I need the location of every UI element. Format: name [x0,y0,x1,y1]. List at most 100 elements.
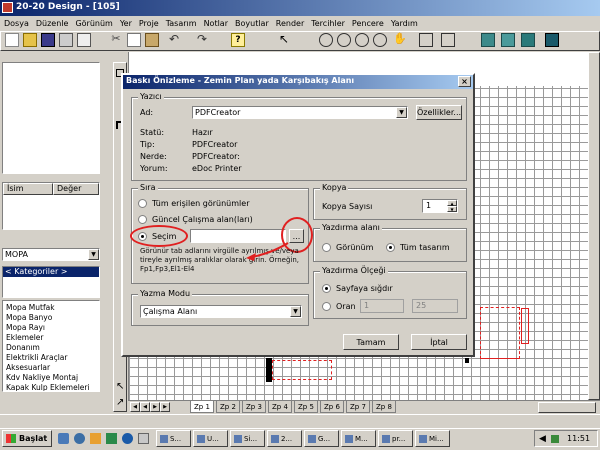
view-radio[interactable] [322,243,331,252]
tab-zp-1[interactable]: Zp 1 [190,401,214,413]
menu-item[interactable]: Görünüm [75,19,112,28]
printer-name-select[interactable]: PDFCreator ▼ [192,106,408,119]
print-preview-icon[interactable] [77,33,91,47]
taskbar-item[interactable]: Mi... [415,430,450,447]
write-mode-select[interactable]: Çalışma Alanı ▼ [140,305,302,318]
tool-icon[interactable]: ↖ [116,381,124,392]
full-design-radio[interactable] [386,243,395,252]
render-icon[interactable] [545,33,559,47]
current-areas-label[interactable]: Güncel Çalışma alan(ları) [152,215,253,224]
list-item[interactable]: Donanım [3,343,99,353]
quicklaunch-icon[interactable] [122,433,133,444]
tab-zp-3[interactable]: Zp 3 [242,401,266,413]
spin-down-icon[interactable]: ▼ [447,206,457,212]
menu-item[interactable]: Dosya [4,19,29,28]
list-item[interactable]: Elektrikli Araçlar [3,353,99,363]
chevron-down-icon[interactable]: ▼ [88,249,99,260]
menu-item[interactable]: Yer [120,19,132,28]
menu-item[interactable]: Yardım [391,19,418,28]
tab-zp-7[interactable]: Zp 7 [346,401,370,413]
tab-scroll-last[interactable]: ▶ [160,402,170,412]
taskbar-item[interactable]: U... [193,430,228,447]
tab-zp-2[interactable]: Zp 2 [216,401,240,413]
menu-item[interactable]: Proje [139,19,159,28]
list-item[interactable]: Aksesuarlar [3,363,99,373]
all-views-label[interactable]: Tüm erişilen görünümler [152,199,249,208]
zoom-fit-icon[interactable] [373,33,387,47]
tab-zp-4[interactable]: Zp 4 [268,401,292,413]
chevron-down-icon[interactable]: ▼ [290,306,301,317]
list-item[interactable]: Mopa Banyo [3,313,99,323]
tab-zp-8[interactable]: Zp 8 [372,401,396,413]
ok-button[interactable]: Tamam [343,334,399,350]
save-icon[interactable] [41,33,55,47]
fit-page-label[interactable]: Sayfaya sığdır [336,284,393,293]
tab-scroll-first[interactable]: ◀ [130,402,140,412]
vertical-scrollbar[interactable] [588,52,600,400]
view-plan-icon[interactable] [419,33,433,47]
tool-icon[interactable]: ↗ [116,397,124,408]
cut-icon[interactable]: ✂ [109,33,123,47]
ratio-b-input[interactable]: 25 [412,299,458,313]
open-folder-icon[interactable] [23,33,37,47]
quicklaunch-icon[interactable] [58,433,69,444]
menu-item[interactable]: Tercihler [311,19,345,28]
taskbar-item[interactable]: M... [341,430,376,447]
list-item[interactable]: Mopa Mutfak [3,303,99,313]
view-label[interactable]: Görünüm [336,243,373,252]
chevron-down-icon[interactable]: ▼ [396,107,407,118]
view-front-icon[interactable] [441,33,455,47]
pan-icon[interactable]: ✋ [393,33,407,47]
copy-count-spinner[interactable]: 1 ▲ ▼ [422,199,458,213]
menu-item[interactable]: Düzenle [36,19,69,28]
undo-icon[interactable]: ↶ [169,33,183,47]
view-3d-b-icon[interactable] [501,33,515,47]
list-item[interactable]: Kapak Kulp Eklemeleri [3,383,99,391]
menu-item[interactable]: Notlar [204,19,228,28]
props-header-value[interactable]: Değer [53,183,99,195]
tab-scroll-prev[interactable]: ◀ [140,402,150,412]
catalog-select[interactable]: MOPA ▼ [2,248,100,261]
current-areas-radio[interactable] [138,215,147,224]
cancel-button[interactable]: İptal [411,334,467,350]
taskbar-item[interactable]: pr... [378,430,413,447]
menu-item[interactable]: Pencere [352,19,384,28]
paste-icon[interactable] [145,33,159,47]
list-item[interactable]: Kdv Nakliye Montaj [3,373,99,383]
quicklaunch-icon[interactable] [138,433,149,444]
taskbar-item[interactable]: G... [304,430,339,447]
all-views-radio[interactable] [138,199,147,208]
catalog-items-list[interactable]: Mopa Mutfak Mopa Banyo Mopa Rayı Eklemeler D… [2,300,100,392]
start-button[interactable]: Başlat [2,430,52,447]
print-icon[interactable] [59,33,73,47]
list-item[interactable]: Mopa Rayı [3,323,99,333]
taskbar-item[interactable]: S... [156,430,191,447]
quicklaunch-icon[interactable] [90,433,101,444]
view-3d-c-icon[interactable] [521,33,535,47]
props-header-name[interactable]: İsim [3,183,53,195]
ratio-radio[interactable] [322,302,331,311]
view-3d-icon[interactable] [481,33,495,47]
zoom-in-icon[interactable] [319,33,333,47]
volume-icon[interactable]: ◀ [539,434,546,444]
close-icon[interactable]: × [458,76,471,87]
tray-icon[interactable] [551,435,559,443]
pointer-icon[interactable]: ↖ [279,33,293,47]
menu-item[interactable]: Boyutlar [235,19,269,28]
zoom-icon[interactable] [337,33,351,47]
tab-zp-5[interactable]: Zp 5 [294,401,318,413]
category-list[interactable]: < Kategoriler > [2,266,100,298]
help-icon[interactable]: ? [231,33,245,47]
taskbar-item[interactable]: 2... [267,430,302,447]
zoom-out-icon[interactable] [355,33,369,47]
category-selected[interactable]: < Kategoriler > [3,267,99,277]
list-item[interactable]: Eklemeler [3,333,99,343]
menu-item[interactable]: Render [276,19,304,28]
tab-zp-6[interactable]: Zp 6 [320,401,344,413]
quicklaunch-icon[interactable] [74,433,85,444]
redo-icon[interactable]: ↷ [197,33,211,47]
quicklaunch-icon[interactable] [106,433,117,444]
menu-item[interactable]: Tasarım [166,19,197,28]
printer-properties-button[interactable]: Özellikler... [416,105,462,120]
ratio-a-input[interactable]: 1 [360,299,404,313]
